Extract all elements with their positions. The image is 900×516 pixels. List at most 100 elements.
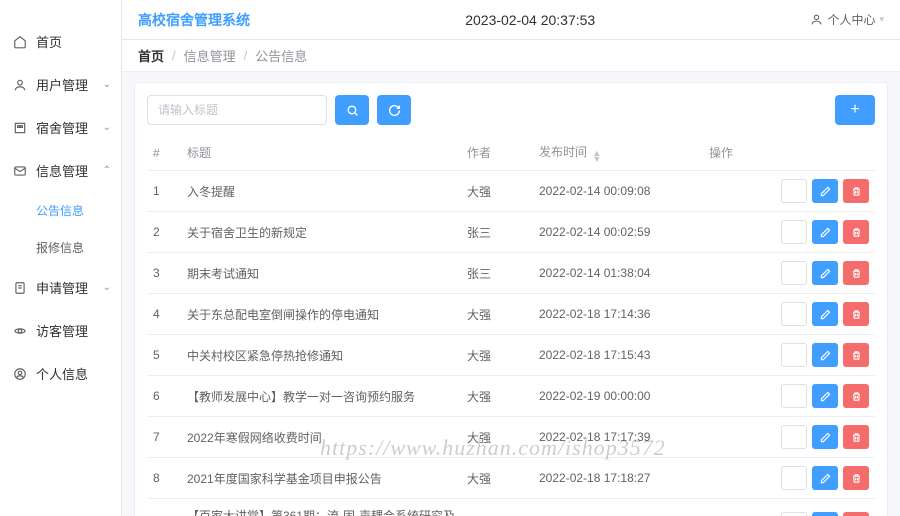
- nav-label: 申请管理: [36, 278, 88, 297]
- edit-button[interactable]: [812, 261, 838, 285]
- edit-button[interactable]: [812, 425, 838, 449]
- apply-icon: [12, 280, 28, 296]
- nav-info-mgmt[interactable]: 信息管理 ⌃: [0, 149, 121, 192]
- cell-ops: ···: [703, 376, 875, 417]
- edit-button[interactable]: [812, 179, 838, 203]
- content: + # 标题 作者 发布时间 ▲▼ 操作: [122, 72, 900, 516]
- cell-author: 大强: [461, 171, 533, 212]
- more-button[interactable]: ···: [781, 512, 807, 516]
- cell-index: 2: [147, 212, 181, 253]
- delete-button[interactable]: [843, 425, 869, 449]
- cell-time: 2022-02-14 01:38:04: [533, 253, 703, 294]
- table-row: 2关于宿舍卫生的新规定张三2022-02-14 00:02:59···: [147, 212, 875, 253]
- chevron-down-icon: ▾: [879, 14, 884, 25]
- cell-index: 9: [147, 499, 181, 516]
- search-button[interactable]: [335, 95, 369, 125]
- breadcrumb-item[interactable]: 首页: [138, 46, 164, 65]
- edit-button[interactable]: [812, 466, 838, 490]
- sidebar: 首页 用户管理 ⌄ 宿舍管理 ⌄ 信息管理 ⌃ 公告信息 报修信息 申请管理 ⌄…: [0, 0, 122, 516]
- home-icon: [12, 34, 28, 50]
- nav-profile[interactable]: 个人信息: [0, 352, 121, 395]
- table-row: 5中关村校区紧急停热抢修通知大强2022-02-18 17:15:43···: [147, 335, 875, 376]
- delete-button[interactable]: [843, 261, 869, 285]
- breadcrumb: 首页 / 信息管理 / 公告信息: [122, 40, 900, 72]
- more-button[interactable]: ···: [781, 220, 807, 244]
- nav-home[interactable]: 首页: [0, 20, 121, 63]
- table-row: 82021年度国家科学基金项目申报公告大强2022-02-18 17:18:27…: [147, 458, 875, 499]
- col-time[interactable]: 发布时间 ▲▼: [533, 135, 703, 171]
- profile-icon: [12, 366, 28, 382]
- col-index: #: [147, 135, 181, 171]
- edit-button[interactable]: [812, 343, 838, 367]
- cell-time: 2022-02-18 17:19:00: [533, 499, 703, 516]
- cell-title: 关于东总配电室倒闸操作的停电通知: [181, 294, 461, 335]
- cell-ops: ···: [703, 499, 875, 516]
- more-button[interactable]: ···: [781, 466, 807, 490]
- cell-ops: ···: [703, 335, 875, 376]
- delete-button[interactable]: [843, 466, 869, 490]
- cell-index: 8: [147, 458, 181, 499]
- main: 高校宿舍管理系统 2023-02-04 20:37:53 个人中心 ▾ 首页 /…: [122, 0, 900, 516]
- table-row: 4关于东总配电室倒闸操作的停电通知大强2022-02-18 17:14:36··…: [147, 294, 875, 335]
- cell-index: 3: [147, 253, 181, 294]
- cell-title: 期末考试通知: [181, 253, 461, 294]
- delete-button[interactable]: [843, 343, 869, 367]
- cell-title: 【百家大讲堂】第361期：流-固-声耦合系统研究及应用: [181, 499, 461, 516]
- nav-label: 信息管理: [36, 161, 88, 180]
- more-button[interactable]: ···: [781, 425, 807, 449]
- cell-time: 2022-02-19 00:00:00: [533, 376, 703, 417]
- cell-time: 2022-02-18 17:14:36: [533, 294, 703, 335]
- cell-ops: ···: [703, 294, 875, 335]
- nav-label: 首页: [36, 32, 62, 51]
- search-input[interactable]: [147, 95, 327, 125]
- cell-author: 大强: [461, 376, 533, 417]
- cell-index: 5: [147, 335, 181, 376]
- refresh-button[interactable]: [377, 95, 411, 125]
- delete-button[interactable]: [843, 179, 869, 203]
- cell-ops: ···: [703, 417, 875, 458]
- cell-title: 关于宿舍卫生的新规定: [181, 212, 461, 253]
- more-button[interactable]: ···: [781, 302, 807, 326]
- cell-title: 2022年寒假网络收费时间: [181, 417, 461, 458]
- delete-button[interactable]: [843, 302, 869, 326]
- nav-user-mgmt[interactable]: 用户管理 ⌄: [0, 63, 121, 106]
- header: 高校宿舍管理系统 2023-02-04 20:37:53 个人中心 ▾: [122, 0, 900, 40]
- delete-button[interactable]: [843, 384, 869, 408]
- cell-title: 中关村校区紧急停热抢修通知: [181, 335, 461, 376]
- breadcrumb-item[interactable]: 信息管理: [184, 46, 236, 65]
- edit-button[interactable]: [812, 384, 838, 408]
- more-button[interactable]: ···: [781, 179, 807, 203]
- delete-button[interactable]: [843, 512, 869, 516]
- add-button[interactable]: +: [835, 95, 875, 125]
- cell-time: 2022-02-14 00:09:08: [533, 171, 703, 212]
- dorm-icon: [12, 120, 28, 136]
- more-button[interactable]: ···: [781, 343, 807, 367]
- nav-visitor-mgmt[interactable]: 访客管理: [0, 309, 121, 352]
- edit-button[interactable]: [812, 220, 838, 244]
- chevron-down-icon: ⌄: [103, 282, 111, 293]
- cell-title: 入冬提醒: [181, 171, 461, 212]
- nav-label: 个人信息: [36, 364, 88, 383]
- nav-dorm-mgmt[interactable]: 宿舍管理 ⌄: [0, 106, 121, 149]
- cell-ops: ···: [703, 171, 875, 212]
- table-row: 1入冬提醒大强2022-02-14 00:09:08 ···: [147, 171, 875, 212]
- table-row: 3期末考试通知张三2022-02-14 01:38:04···: [147, 253, 875, 294]
- table-row: 6【教师发展中心】教学一对一咨询预约服务大强2022-02-19 00:00:0…: [147, 376, 875, 417]
- table-row: 9【百家大讲堂】第361期：流-固-声耦合系统研究及应用大强2022-02-18…: [147, 499, 875, 516]
- user-icon: [810, 13, 823, 26]
- chevron-up-icon: ⌃: [103, 165, 111, 176]
- edit-button[interactable]: [812, 302, 838, 326]
- nav-apply-mgmt[interactable]: 申请管理 ⌄: [0, 266, 121, 309]
- chevron-down-icon: ⌄: [103, 79, 111, 90]
- cell-index: 1: [147, 171, 181, 212]
- toolbar: +: [147, 95, 875, 125]
- more-button[interactable]: ···: [781, 384, 807, 408]
- cell-author: 大强: [461, 499, 533, 516]
- subnav-repair[interactable]: 报修信息: [0, 229, 121, 266]
- mail-icon: [12, 163, 28, 179]
- delete-button[interactable]: [843, 220, 869, 244]
- edit-button[interactable]: [812, 512, 838, 516]
- more-button[interactable]: ···: [781, 261, 807, 285]
- user-center-dropdown[interactable]: 个人中心 ▾: [810, 11, 884, 28]
- subnav-announcement[interactable]: 公告信息: [0, 192, 121, 229]
